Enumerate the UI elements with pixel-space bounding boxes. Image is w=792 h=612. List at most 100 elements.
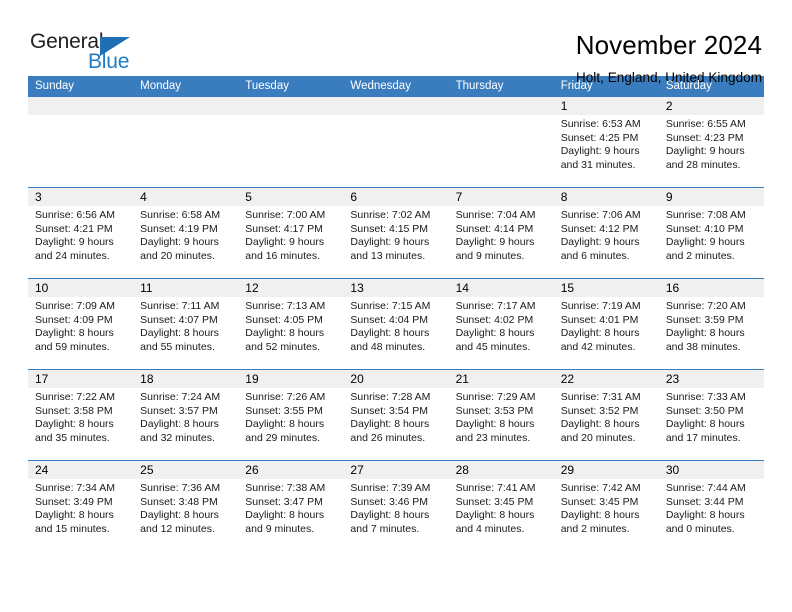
day-daylight-2-text: and 12 minutes. (140, 522, 215, 535)
day-daylight-2-text: and 0 minutes. (665, 522, 735, 535)
day-sunset-text: Sunset: 3:57 PM (140, 404, 218, 417)
day-daylight-2-text: and 17 minutes. (665, 431, 741, 444)
day-cell[interactable]: 13 Sunrise: 7:15 AM Sunset: 4:04 PM Dayligh… (343, 279, 449, 369)
calendar-week-row: 1 Sunrise: 6:53 AM Sunset: 4:25 PM Daylight… (28, 97, 764, 187)
day-cell[interactable]: 21 Sunrise: 7:29 AM Sunset: 3:53 PM Dayligh… (448, 370, 554, 460)
day-cell[interactable]: 27 Sunrise: 7:39 AM Sunset: 3:46 PM Dayligh… (343, 461, 449, 551)
day-number: 6 (343, 188, 449, 206)
day-cell[interactable]: 20 Sunrise: 7:28 AM Sunset: 3:54 PM Dayligh… (343, 370, 449, 460)
calendar-week-row: 24 Sunrise: 7:34 AM Sunset: 3:49 PM Dayligh… (28, 460, 764, 551)
day-number: 23 (658, 370, 764, 388)
day-daylight-1-text: Daylight: 8 hours (350, 327, 430, 340)
day-number (448, 97, 554, 115)
day-cell[interactable]: 19 Sunrise: 7:26 AM Sunset: 3:55 PM Dayligh… (238, 370, 344, 460)
day-sunset-text: Sunset: 4:04 PM (350, 313, 429, 326)
day-sun-info: Sunrise: 7:19 AM Sunset: 4:01 PM Daylight:… (554, 297, 659, 354)
day-sunset-text: Sunset: 3:53 PM (455, 404, 534, 417)
day-number (133, 97, 239, 115)
day-cell[interactable]: 3 Sunrise: 6:56 AM Sunset: 4:21 PM Daylight… (28, 188, 134, 278)
day-sunrise-text: Sunrise: 7:19 AM (560, 300, 641, 312)
weekday-monday: Monday (140, 80, 182, 92)
day-sun-info: Sunrise: 7:38 AM Sunset: 3:47 PM Daylight:… (238, 479, 343, 536)
day-cell[interactable]: 30 Sunrise: 7:44 AM Sunset: 3:44 PM Dayligh… (658, 461, 764, 551)
day-cell[interactable]: 22 Sunrise: 7:31 AM Sunset: 3:52 PM Dayligh… (553, 370, 659, 460)
day-daylight-1-text: Daylight: 9 hours (560, 145, 640, 158)
day-cell[interactable]: 9 Sunrise: 7:08 AM Sunset: 4:10 PM Daylight… (658, 188, 764, 278)
day-daylight-1-text: Daylight: 8 hours (665, 509, 745, 522)
day-number: 2 (658, 97, 764, 115)
day-sunrise-text: Sunrise: 6:56 AM (35, 209, 115, 221)
day-sunrise-text: Sunrise: 7:39 AM (350, 482, 431, 494)
day-daylight-1-text: Daylight: 8 hours (35, 509, 114, 522)
day-sunset-text: Sunset: 3:55 PM (245, 404, 323, 417)
day-daylight-2-text: and 45 minutes. (455, 340, 531, 353)
day-daylight-1-text: Daylight: 8 hours (455, 509, 535, 522)
calendar-week-row: 17 Sunrise: 7:22 AM Sunset: 3:58 PM Dayligh… (28, 369, 764, 460)
day-daylight-1-text: Daylight: 9 hours (455, 236, 535, 249)
day-sunset-text: Sunset: 3:54 PM (350, 404, 429, 417)
day-sun-info: Sunrise: 7:31 AM Sunset: 3:52 PM Daylight:… (554, 388, 659, 445)
day-cell[interactable]: 25 Sunrise: 7:36 AM Sunset: 3:48 PM Dayligh… (133, 461, 239, 551)
day-cell[interactable]: 2 Sunrise: 6:55 AM Sunset: 4:23 PM Daylight… (658, 97, 764, 187)
day-number: 7 (448, 188, 554, 206)
weekday-saturday: Saturday (665, 80, 712, 92)
day-cell[interactable]: 7 Sunrise: 7:04 AM Sunset: 4:14 PM Daylight… (448, 188, 554, 278)
day-cell[interactable]: 17 Sunrise: 7:22 AM Sunset: 3:58 PM Dayligh… (28, 370, 134, 460)
day-sunset-text: Sunset: 4:07 PM (140, 313, 218, 326)
day-number: 20 (343, 370, 449, 388)
day-cell[interactable]: 5 Sunrise: 7:00 AM Sunset: 4:17 PM Daylight… (238, 188, 344, 278)
day-sunrise-text: Sunrise: 6:58 AM (140, 209, 221, 221)
day-sun-info: Sunrise: 7:02 AM Sunset: 4:15 PM Daylight:… (343, 206, 448, 263)
day-cell[interactable]: 1 Sunrise: 6:53 AM Sunset: 4:25 PM Daylight… (553, 97, 659, 187)
day-daylight-2-text: and 42 minutes. (560, 340, 636, 353)
day-number: 10 (28, 279, 134, 297)
day-daylight-2-text: and 20 minutes. (140, 249, 215, 262)
day-sunset-text: Sunset: 4:23 PM (665, 131, 744, 144)
day-cell[interactable]: 14 Sunrise: 7:17 AM Sunset: 4:02 PM Dayligh… (448, 279, 554, 369)
day-daylight-1-text: Daylight: 8 hours (140, 327, 219, 340)
day-sun-info: Sunrise: 7:09 AM Sunset: 4:09 PM Daylight:… (28, 297, 133, 354)
day-number: 22 (553, 370, 659, 388)
day-cell[interactable]: 12 Sunrise: 7:13 AM Sunset: 4:05 PM Dayligh… (238, 279, 344, 369)
day-daylight-2-text: and 4 minutes. (455, 522, 525, 535)
weekday-header-row: Sunday Monday Tuesday Wednesday Thursday… (28, 76, 764, 97)
day-cell[interactable]: 18 Sunrise: 7:24 AM Sunset: 3:57 PM Dayligh… (133, 370, 239, 460)
day-cell-empty (343, 97, 449, 187)
day-sun-info: Sunrise: 7:44 AM Sunset: 3:44 PM Daylight:… (659, 479, 764, 536)
day-cell[interactable]: 8 Sunrise: 7:06 AM Sunset: 4:12 PM Daylight… (553, 188, 659, 278)
day-sunset-text: Sunset: 4:14 PM (455, 222, 534, 235)
day-cell[interactable]: 15 Sunrise: 7:19 AM Sunset: 4:01 PM Dayligh… (553, 279, 659, 369)
day-daylight-1-text: Daylight: 9 hours (35, 236, 114, 249)
calendar-week-row: 3 Sunrise: 6:56 AM Sunset: 4:21 PM Daylight… (28, 187, 764, 278)
day-sunset-text: Sunset: 4:17 PM (245, 222, 323, 235)
day-number: 9 (658, 188, 764, 206)
day-daylight-1-text: Daylight: 8 hours (140, 418, 219, 431)
day-daylight-2-text: and 52 minutes. (245, 340, 320, 353)
day-daylight-2-text: and 23 minutes. (455, 431, 531, 444)
day-cell[interactable]: 11 Sunrise: 7:11 AM Sunset: 4:07 PM Dayligh… (133, 279, 239, 369)
day-cell[interactable]: 29 Sunrise: 7:42 AM Sunset: 3:45 PM Dayligh… (553, 461, 659, 551)
day-sunrise-text: Sunrise: 7:06 AM (560, 209, 641, 221)
day-cell[interactable]: 24 Sunrise: 7:34 AM Sunset: 3:49 PM Dayligh… (28, 461, 134, 551)
day-daylight-1-text: Daylight: 8 hours (245, 327, 325, 340)
day-number: 29 (553, 461, 659, 479)
day-cell[interactable]: 6 Sunrise: 7:02 AM Sunset: 4:15 PM Daylight… (343, 188, 449, 278)
calendar-grid: Sunday Monday Tuesday Wednesday Thursday… (28, 76, 764, 551)
day-sunrise-text: Sunrise: 7:22 AM (35, 391, 115, 403)
day-sunrise-text: Sunrise: 7:31 AM (560, 391, 641, 403)
day-sun-info: Sunrise: 7:08 AM Sunset: 4:10 PM Daylight:… (659, 206, 764, 263)
day-cell[interactable]: 28 Sunrise: 7:41 AM Sunset: 3:45 PM Dayligh… (448, 461, 554, 551)
day-cell[interactable]: 4 Sunrise: 6:58 AM Sunset: 4:19 PM Daylight… (133, 188, 239, 278)
day-sunset-text: Sunset: 3:49 PM (35, 495, 113, 508)
day-number (28, 97, 134, 115)
day-cell[interactable]: 10 Sunrise: 7:09 AM Sunset: 4:09 PM Dayligh… (28, 279, 134, 369)
day-cell[interactable]: 16 Sunrise: 7:20 AM Sunset: 3:59 PM Dayligh… (658, 279, 764, 369)
day-daylight-1-text: Daylight: 8 hours (455, 418, 535, 431)
calendar-week-row: 10 Sunrise: 7:09 AM Sunset: 4:09 PM Dayligh… (28, 278, 764, 369)
day-daylight-2-text: and 26 minutes. (350, 431, 426, 444)
day-cell[interactable]: 23 Sunrise: 7:33 AM Sunset: 3:50 PM Dayligh… (658, 370, 764, 460)
general-blue-logo[interactable]: General Blue (28, 30, 148, 76)
day-daylight-1-text: Daylight: 8 hours (665, 327, 745, 340)
day-sun-info: Sunrise: 7:36 AM Sunset: 3:48 PM Daylight:… (133, 479, 238, 536)
day-cell[interactable]: 26 Sunrise: 7:38 AM Sunset: 3:47 PM Dayligh… (238, 461, 344, 551)
